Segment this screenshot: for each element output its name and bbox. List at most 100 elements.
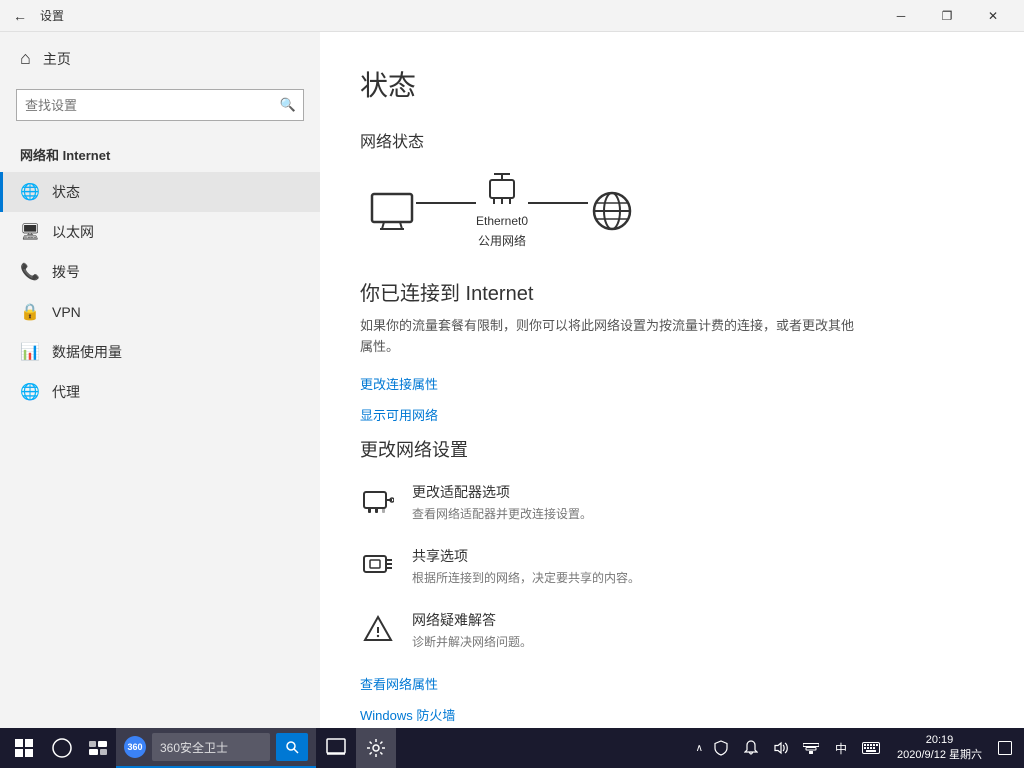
- tray-ime-icon[interactable]: 中: [827, 728, 855, 768]
- taskbar-desktop-icon[interactable]: [316, 728, 356, 768]
- ethernet-icon: 🖥: [20, 222, 40, 242]
- status-icon: 🌐: [20, 182, 40, 202]
- clock-date: 2020/9/12 星期六: [897, 748, 982, 763]
- task-view-button[interactable]: [80, 728, 116, 768]
- home-label: 主页: [43, 49, 71, 69]
- troubleshoot-desc: 诊断并解决网络问题。: [412, 633, 532, 650]
- 360-search-button[interactable]: [276, 733, 308, 761]
- notification-icon: [998, 741, 1012, 755]
- sidebar-item-label-ethernet: 以太网: [52, 222, 94, 242]
- sidebar-item-proxy[interactable]: 🌐 代理: [0, 372, 320, 412]
- connected-title: 你已连接到 Internet: [360, 277, 984, 306]
- adapter-desc: 查看网络适配器并更改连接设置。: [412, 505, 592, 522]
- 360-search-icon: [285, 740, 299, 754]
- window-title: 设置: [40, 7, 64, 24]
- windows-firewall-link[interactable]: Windows 防火墙: [360, 705, 984, 724]
- change-connection-link[interactable]: 更改连接属性: [360, 374, 984, 393]
- sidebar-item-label-dialup: 拨号: [52, 262, 80, 282]
- sharing-text: 共享选项 根据所连接到的网络，决定要共享的内容。: [412, 546, 640, 586]
- system-tray: ∧: [694, 728, 889, 768]
- public-network-label: 公用网络: [478, 232, 526, 249]
- troubleshoot-icon: [360, 612, 396, 648]
- search-box: 🔍: [16, 89, 304, 121]
- task-view-icon: [89, 741, 107, 755]
- taskbar-360-app[interactable]: 360 360安全卫士: [116, 728, 316, 768]
- adapter-options-item[interactable]: 更改适配器选项 查看网络适配器并更改连接设置。: [360, 482, 984, 522]
- page-title: 状态: [360, 64, 984, 104]
- 360-search-text: 360安全卫士: [160, 739, 228, 756]
- computer-icon: [368, 192, 416, 230]
- net-line-1: [416, 202, 476, 204]
- network-icon: [803, 741, 819, 755]
- search-circle-icon: [52, 738, 72, 758]
- change-network-settings-label: 更改网络设置: [360, 436, 984, 462]
- restore-button[interactable]: ❐: [924, 0, 970, 32]
- sharing-options-item[interactable]: 共享选项 根据所连接到的网络，决定要共享的内容。: [360, 546, 984, 586]
- main-content: 状态 网络状态: [320, 32, 1024, 728]
- search-input[interactable]: [16, 89, 304, 121]
- back-button[interactable]: ←: [8, 4, 32, 28]
- sharing-icon: [360, 548, 396, 584]
- window-controls: ─ ❐ ✕: [878, 0, 1016, 32]
- minimize-button[interactable]: ─: [878, 0, 924, 32]
- app-body: ⌂ 主页 🔍 网络和 Internet 🌐 状态 🖥 以太网 📞 拨号 🔒 VP…: [0, 32, 1024, 728]
- taskbar: 360 360安全卫士 ∧: [0, 728, 1024, 768]
- volume-icon: [773, 741, 789, 755]
- sidebar-item-ethernet[interactable]: 🖥 以太网: [0, 212, 320, 252]
- sidebar-item-label-proxy: 代理: [52, 382, 80, 402]
- computer-icon-group: [368, 192, 416, 230]
- search-button[interactable]: [44, 728, 80, 768]
- desktop-icon: [326, 738, 346, 758]
- shield-icon: [714, 740, 728, 756]
- tray-expand-chevron[interactable]: ∧: [694, 743, 705, 754]
- tray-security-icon[interactable]: [707, 728, 735, 768]
- net-line-2: [528, 202, 588, 204]
- proxy-icon: 🌐: [20, 382, 40, 402]
- sidebar-item-dialup[interactable]: 📞 拨号: [0, 252, 320, 292]
- close-button[interactable]: ✕: [970, 0, 1016, 32]
- settings-icon: [367, 739, 385, 757]
- adapter-icon: [360, 484, 396, 520]
- connected-desc: 如果你的流量套餐有限制，则你可以将此网络设置为按流量计费的连接，或者更改其他属性…: [360, 316, 860, 358]
- bell-icon: [744, 740, 758, 756]
- sidebar-item-vpn[interactable]: 🔒 VPN: [0, 292, 320, 332]
- clock-time: 20:19: [926, 733, 954, 748]
- troubleshoot-text: 网络疑难解答 诊断并解决网络问题。: [412, 610, 532, 650]
- title-bar: ← 设置 ─ ❐ ✕: [0, 0, 1024, 32]
- sharing-title: 共享选项: [412, 546, 640, 566]
- 360-search-box[interactable]: 360安全卫士: [152, 733, 270, 761]
- sidebar-item-data-usage[interactable]: 📊 数据使用量: [0, 332, 320, 372]
- router-icon: [484, 172, 520, 210]
- globe-icon: [588, 187, 636, 235]
- adapter-title: 更改适配器选项: [412, 482, 592, 502]
- troubleshoot-title: 网络疑难解答: [412, 610, 532, 630]
- troubleshoot-item[interactable]: 网络疑难解答 诊断并解决网络问题。: [360, 610, 984, 650]
- globe-icon-group: [588, 187, 636, 235]
- sidebar-item-status[interactable]: 🌐 状态: [0, 172, 320, 212]
- sidebar: ⌂ 主页 🔍 网络和 Internet 🌐 状态 🖥 以太网 📞 拨号 🔒 VP…: [0, 32, 320, 728]
- network-diagram: Ethernet0 公用网络: [360, 172, 984, 249]
- network-status-label: 网络状态: [360, 128, 984, 152]
- view-network-properties-link[interactable]: 查看网络属性: [360, 674, 984, 693]
- sidebar-home[interactable]: ⌂ 主页: [0, 32, 320, 85]
- title-bar-left: ← 设置: [8, 4, 878, 28]
- taskbar-settings-icon[interactable]: [356, 728, 396, 768]
- tray-bell-icon[interactable]: [737, 728, 765, 768]
- sidebar-item-label-data-usage: 数据使用量: [52, 342, 122, 362]
- vpn-icon: 🔒: [20, 302, 40, 322]
- sidebar-item-label-status: 状态: [52, 182, 80, 202]
- tray-keyboard-icon[interactable]: [857, 728, 885, 768]
- windows-logo-icon: [15, 739, 33, 757]
- adapter-text: 更改适配器选项 查看网络适配器并更改连接设置。: [412, 482, 592, 522]
- data-usage-icon: 📊: [20, 342, 40, 362]
- notification-button[interactable]: [990, 728, 1020, 768]
- sidebar-item-label-vpn: VPN: [52, 304, 81, 320]
- dialup-icon: 📞: [20, 262, 40, 282]
- show-available-link[interactable]: 显示可用网络: [360, 405, 984, 424]
- ethernet-icon-group: Ethernet0 公用网络: [476, 172, 528, 249]
- tray-volume-icon[interactable]: [767, 728, 795, 768]
- taskbar-clock[interactable]: 20:19 2020/9/12 星期六: [889, 733, 990, 764]
- start-button[interactable]: [4, 728, 44, 768]
- ethernet-label: Ethernet0: [476, 214, 528, 228]
- tray-network-icon[interactable]: [797, 728, 825, 768]
